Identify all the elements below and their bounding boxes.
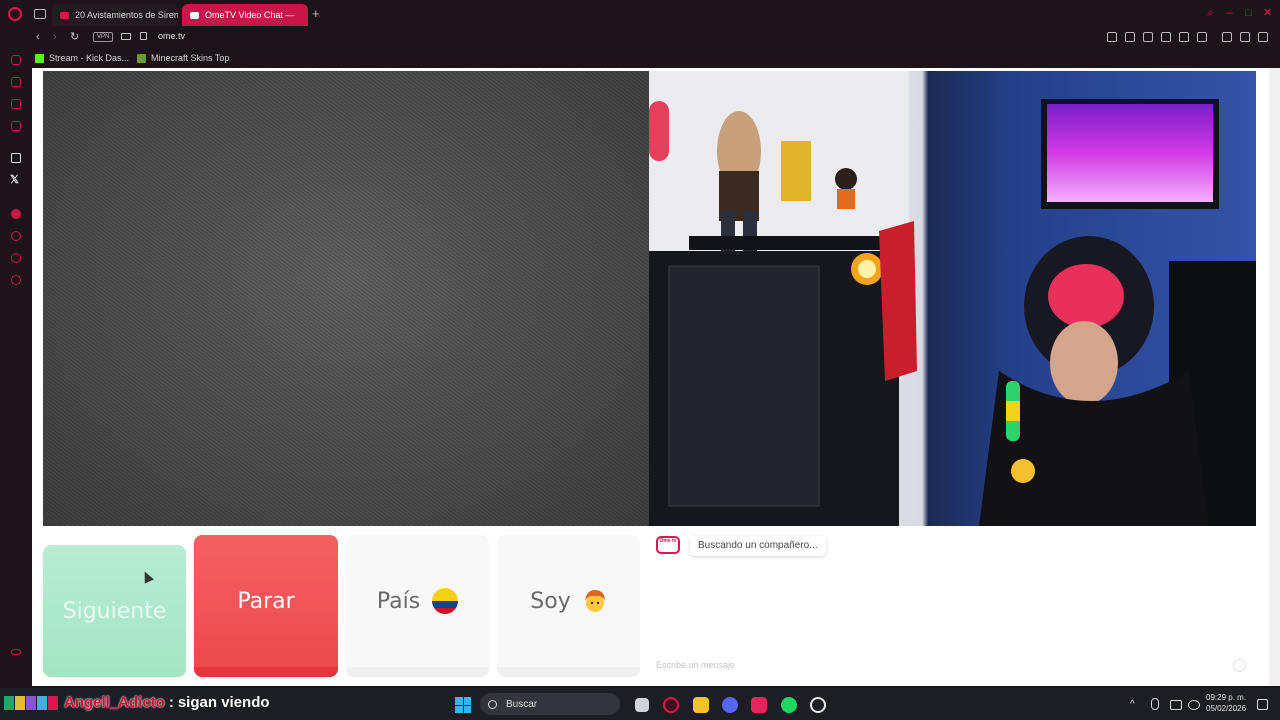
next-button[interactable]: Siguiente bbox=[43, 545, 186, 677]
colombia-flag-icon bbox=[432, 588, 459, 614]
webcam-scene bbox=[649, 71, 1256, 526]
minecraft-icon bbox=[137, 53, 146, 63]
spotify-icon[interactable] bbox=[781, 697, 797, 713]
taskbar-search-placeholder: Buscar bbox=[506, 698, 538, 710]
shield-icon[interactable] bbox=[1143, 32, 1153, 42]
partner-video-static bbox=[43, 71, 649, 526]
clock-icon[interactable] bbox=[11, 231, 21, 241]
back-button[interactable]: ‹ bbox=[36, 31, 40, 43]
pinboard-icon[interactable] bbox=[11, 253, 21, 263]
bookmark-minecraft[interactable]: Minecraft Skins Top bbox=[137, 53, 229, 63]
taskbar-search[interactable]: Buscar bbox=[480, 693, 620, 715]
maximize-button[interactable]: □ bbox=[1243, 8, 1254, 19]
file-explorer-icon[interactable] bbox=[693, 697, 709, 713]
messenger-icon[interactable] bbox=[11, 99, 21, 109]
tab-label: 20 Avistamientos de Siren... bbox=[75, 10, 178, 20]
translate-icon[interactable] bbox=[1161, 32, 1171, 42]
x-icon[interactable]: 𝕏 bbox=[10, 175, 19, 186]
overlay-separator: : bbox=[168, 694, 174, 711]
clock-date: 05/02/2026 bbox=[1206, 704, 1247, 713]
page-scrollbar[interactable] bbox=[1269, 68, 1280, 686]
gender-button-label: Soy bbox=[530, 588, 571, 614]
youtube-icon bbox=[60, 11, 69, 19]
clock-time: 09:29 p. m. bbox=[1206, 693, 1247, 702]
minimize-button[interactable]: – bbox=[1224, 8, 1235, 19]
pin-icon[interactable] bbox=[1107, 32, 1117, 42]
heart-icon[interactable] bbox=[1197, 32, 1207, 42]
youtube-icon bbox=[190, 11, 199, 19]
url-field[interactable]: ome.tv bbox=[158, 31, 185, 41]
browser-tab-bar: 20 Avistamientos de Siren... OmeTV Video… bbox=[0, 0, 1280, 28]
music-icon[interactable] bbox=[11, 209, 21, 219]
address-bar bbox=[0, 28, 1280, 48]
steam-icon[interactable] bbox=[810, 697, 826, 713]
lock-icon[interactable] bbox=[140, 32, 147, 40]
tab-manager-icon[interactable] bbox=[34, 9, 46, 19]
download-icon[interactable] bbox=[1240, 32, 1250, 42]
settings-icon[interactable] bbox=[11, 275, 21, 285]
close-button[interactable]: ✕ bbox=[1262, 8, 1273, 19]
tray-chevron-icon[interactable]: ^ bbox=[1130, 699, 1135, 710]
taskbar-clock[interactable]: 09:29 p. m. 05/02/2026 bbox=[1206, 692, 1246, 714]
notifications-icon[interactable] bbox=[1257, 699, 1268, 710]
opera-logo-icon[interactable] bbox=[8, 7, 22, 21]
windows-start-icon[interactable] bbox=[455, 697, 471, 713]
country-button[interactable]: País bbox=[346, 535, 489, 677]
sidebar-menu-icon[interactable] bbox=[11, 649, 21, 655]
opera-sidebar bbox=[0, 48, 32, 688]
task-view-icon[interactable] bbox=[635, 698, 649, 712]
player-icon[interactable] bbox=[11, 121, 21, 131]
extensions-icon[interactable] bbox=[11, 77, 21, 87]
bookmark-kick[interactable]: Stream - Kick Das... bbox=[35, 53, 129, 63]
reload-button[interactable]: ↻ bbox=[70, 31, 79, 43]
stop-button-label: Parar bbox=[237, 588, 295, 614]
boy-emoji-icon bbox=[583, 588, 607, 614]
menu-icon[interactable] bbox=[1258, 32, 1268, 42]
stream-chat-overlay: Angell_Adicto : sigan viendo bbox=[4, 694, 270, 711]
forward-button[interactable]: › bbox=[53, 31, 57, 43]
microphone-icon[interactable] bbox=[1151, 698, 1159, 710]
search-icon bbox=[488, 699, 497, 709]
history-icon[interactable] bbox=[11, 55, 21, 65]
camera-icon[interactable] bbox=[121, 33, 131, 40]
self-webcam-video bbox=[649, 71, 1256, 526]
vpn-badge[interactable]: VPN bbox=[93, 32, 114, 42]
new-tab-button[interactable]: + bbox=[312, 7, 320, 20]
emoji-icon[interactable] bbox=[1233, 659, 1246, 672]
discord-icon[interactable] bbox=[722, 697, 738, 713]
stop-button[interactable]: Parar bbox=[194, 535, 338, 677]
network-icon[interactable] bbox=[1170, 700, 1182, 710]
overlay-username: Angell_Adicto bbox=[64, 694, 165, 711]
kick-icon bbox=[35, 53, 44, 63]
snapshot-icon[interactable] bbox=[1125, 32, 1135, 42]
next-button-label: Siguiente bbox=[62, 598, 167, 624]
chat-message-input[interactable]: Escribe un mensaje bbox=[656, 660, 735, 670]
gender-button[interactable]: Soy bbox=[497, 535, 640, 677]
user-badges bbox=[4, 695, 58, 710]
tiktok-icon[interactable] bbox=[751, 697, 767, 713]
bookmark-label: Stream - Kick Das... bbox=[49, 53, 130, 63]
volume-icon[interactable] bbox=[1188, 700, 1200, 710]
overlay-message: sigan viendo bbox=[177, 694, 270, 711]
account-icon[interactable] bbox=[1222, 32, 1232, 42]
ometv-logo: Ome tv bbox=[656, 536, 680, 554]
bookmark-label: Minecraft Skins Top bbox=[151, 53, 230, 63]
tab-label: OmeTV Video Chat — bbox=[205, 10, 295, 20]
country-button-label: País bbox=[376, 588, 421, 614]
chat-status-message: Buscando un compañero... bbox=[690, 536, 826, 556]
tab-ometv[interactable]: OmeTV Video Chat — bbox=[182, 4, 308, 26]
aria-icon[interactable] bbox=[11, 153, 21, 163]
tab-sirens[interactable]: 20 Avistamientos de Siren... bbox=[52, 4, 178, 26]
search-icon[interactable]: ⌕ bbox=[1205, 8, 1216, 19]
play-icon[interactable] bbox=[1179, 32, 1189, 42]
opera-taskbar-icon[interactable] bbox=[663, 697, 679, 713]
